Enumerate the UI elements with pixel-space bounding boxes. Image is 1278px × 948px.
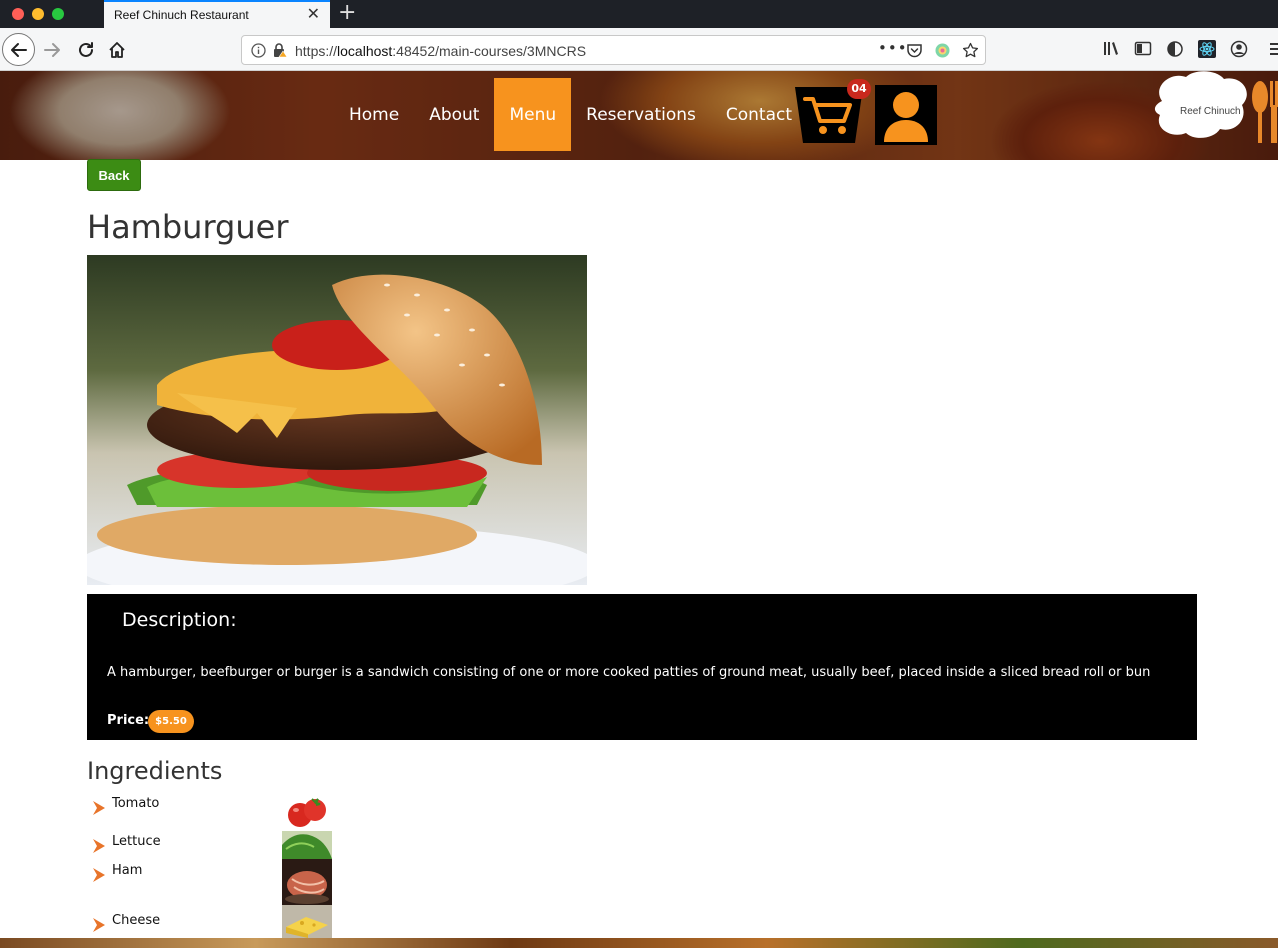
ingredient-name: Ham [112,863,143,878]
bookmark-star-icon[interactable] [962,42,979,59]
arrow-left-icon [10,42,27,57]
browser-toolbar: https://localhost:48452/main-courses/3MN… [0,28,1278,71]
user-account-button[interactable] [875,85,937,145]
user-icon [884,92,928,142]
library-icon[interactable] [1102,40,1120,58]
home-icon [109,42,125,58]
url-path: :48452/main-courses/3MNCRS [392,43,587,59]
url-bar[interactable]: https://localhost:48452/main-courses/3MN… [241,35,986,65]
browser-reload-button[interactable] [74,38,98,62]
main-nav: Home About Menu Reservations Contact [334,78,807,151]
nav-menu[interactable]: Menu [494,78,572,151]
lock-warning-icon[interactable] [272,42,288,58]
description-panel: Description: A hamburger, beefburger or … [87,594,1197,740]
browser-home-button[interactable] [105,38,129,62]
reload-icon [79,42,93,57]
page-actions-icon[interactable]: ••• [878,39,908,57]
cheese-image [282,905,332,938]
tomato-image [282,794,332,830]
sidebar-icon[interactable] [1134,40,1152,58]
tab-close-icon[interactable]: ✕ [307,5,320,23]
price-badge: $5.50 [148,710,194,733]
site-header: Home About Menu Reservations Contact 04 … [0,71,1278,160]
hamburger-image [87,255,587,585]
chevron-right-icon [93,918,105,932]
logo-text: Reef Chinuch [1180,106,1241,117]
url-text: https://localhost:48452/main-courses/3MN… [295,43,586,59]
ham-image [282,859,332,905]
footer-background [0,938,1278,948]
ingredient-name: Tomato [112,796,160,811]
description-text: A hamburger, beefburger or burger is a s… [107,665,1151,680]
page-title: Hamburguer [87,208,289,246]
chevron-right-icon [93,868,105,882]
window-minimize-button[interactable] [32,8,44,20]
lettuce-image [282,831,332,859]
ingredient-name: Lettuce [112,834,161,849]
url-host: localhost [337,43,393,59]
url-prefix: https:// [295,43,338,59]
menu-hamburger-icon[interactable] [1268,40,1278,58]
arrow-right-icon [44,43,60,57]
tab-title: Reef Chinuch Restaurant [114,8,249,22]
price-label: Price: [107,713,150,728]
info-icon[interactable] [251,43,266,58]
window-zoom-button[interactable] [52,8,64,20]
cart-count-badge: 04 [847,79,871,99]
ingredient-name: Cheese [112,913,161,928]
react-devtools-icon[interactable] [1198,40,1216,58]
chevron-right-icon [93,801,105,815]
window-close-button[interactable] [12,8,24,20]
account-icon[interactable] [1230,40,1248,58]
browser-tab[interactable]: Reef Chinuch Restaurant ✕ [104,0,330,28]
browser-back-button[interactable] [2,33,35,66]
extension-icon[interactable] [934,42,951,59]
browser-forward-button[interactable] [40,38,64,62]
description-heading: Description: [122,609,237,631]
pocket-icon[interactable] [906,42,923,59]
back-button[interactable]: Back [87,159,141,191]
new-tab-button[interactable]: + [338,1,356,25]
chevron-right-icon [93,839,105,853]
nav-home[interactable]: Home [334,78,414,151]
browser-tab-bar: Reef Chinuch Restaurant ✕ + [0,0,1278,28]
nav-reservations[interactable]: Reservations [571,78,711,151]
ingredients-heading: Ingredients [87,757,223,785]
dark-mode-icon[interactable] [1166,40,1184,58]
nav-about[interactable]: About [414,78,494,151]
